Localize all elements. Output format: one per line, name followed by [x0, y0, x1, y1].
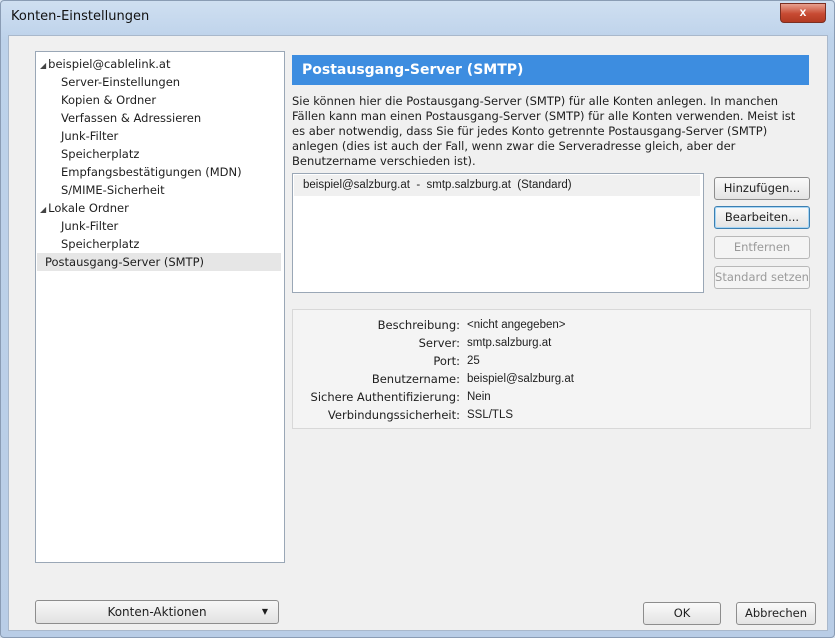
description-line: Fällen kann man einen Postausgang-Server…	[292, 109, 796, 123]
tree-item-label: Speicherplatz	[61, 147, 140, 161]
server-details-panel: Beschreibung: <nicht angegeben> Server: …	[292, 309, 811, 429]
close-button[interactable]: x	[780, 3, 826, 23]
tree-item-smime[interactable]: S/MIME-Sicherheit	[61, 181, 165, 199]
detail-row-description: Beschreibung: <nicht angegeben>	[293, 316, 810, 334]
tree-item-label: Junk-Filter	[61, 129, 119, 143]
description-line: Sie können hier die Postausgang-Server (…	[292, 94, 779, 108]
detail-label: Server:	[418, 336, 460, 350]
detail-value: Nein	[467, 391, 491, 403]
account-actions-label: Konten-Aktionen	[107, 605, 207, 619]
detail-row-port: Port: 25	[293, 352, 810, 370]
detail-label: Sichere Authentifizierung:	[310, 390, 460, 404]
tree-item-label: Kopien & Ordner	[61, 93, 157, 107]
ok-button[interactable]: OK	[643, 602, 721, 625]
tree-item-junk-filter[interactable]: Junk-Filter	[61, 127, 118, 145]
detail-value: beispiel@salzburg.at	[467, 373, 574, 385]
window-title: Konten-Einstellungen	[11, 9, 150, 24]
tree-item-outgoing-server[interactable]: Postausgang-Server (SMTP)	[37, 253, 281, 271]
tree-item-label: S/MIME-Sicherheit	[61, 183, 165, 197]
tree-item-local-disk-space[interactable]: Speicherplatz	[61, 235, 139, 253]
set-default-button[interactable]: Standard setzen	[714, 266, 810, 289]
description-line: es aber notwendig, dass Sie für jedes Ko…	[292, 124, 768, 138]
page-title: Postausgang-Server (SMTP)	[292, 55, 809, 85]
detail-value: smtp.salzburg.at	[467, 337, 552, 349]
description-line: anlegen (dies ist auch der Fall, wenn zw…	[292, 139, 736, 153]
detail-label: Verbindungssicherheit:	[327, 408, 460, 422]
detail-row-auth: Sichere Authentifizierung: Nein	[293, 388, 810, 406]
tree-item-label: Speicherplatz	[61, 237, 140, 251]
detail-value: <nicht angegeben>	[467, 319, 566, 331]
tree-item-label: Empfangsbestätigungen (MDN)	[61, 165, 242, 179]
chevron-down-icon: ▼	[261, 607, 268, 616]
detail-row-username: Benutzername: beispiel@salzburg.at	[293, 370, 810, 388]
account-actions-button[interactable]: Konten-Aktionen ▼	[35, 600, 279, 624]
expand-arrow-icon[interactable]: ◢	[40, 205, 46, 214]
detail-value: 25	[467, 355, 480, 367]
tree-item-label: beispiel@cablelink.at	[48, 57, 171, 71]
tree-item-label: Junk-Filter	[61, 219, 119, 233]
smtp-server-row[interactable]: beispiel@salzburg.at - smtp.salzburg.at …	[294, 175, 700, 196]
tree-item-copies-folders[interactable]: Kopien & Ordner	[61, 91, 156, 109]
tree-item-disk-space[interactable]: Speicherplatz	[61, 145, 139, 163]
dialog-body: ◢ beispiel@cablelink.at Server-Einstellun…	[8, 35, 828, 631]
detail-label: Port:	[433, 354, 460, 368]
tree-item-local-folders[interactable]: ◢ Lokale Ordner	[40, 199, 129, 217]
description-text: Sie können hier die Postausgang-Server (…	[292, 94, 812, 169]
account-tree: ◢ beispiel@cablelink.at Server-Einstellun…	[35, 51, 285, 563]
tree-item-account[interactable]: ◢ beispiel@cablelink.at	[40, 55, 170, 73]
tree-item-label: Postausgang-Server (SMTP)	[45, 255, 204, 269]
tree-item-label: Lokale Ordner	[48, 201, 129, 215]
smtp-server-list[interactable]: beispiel@salzburg.at - smtp.salzburg.at …	[292, 173, 704, 293]
tree-item-label: Server-Einstellungen	[61, 75, 181, 89]
tree-item-label: Verfassen & Adressieren	[61, 111, 202, 125]
tree-item-server-settings[interactable]: Server-Einstellungen	[61, 73, 180, 91]
add-server-button[interactable]: Hinzufügen...	[714, 177, 810, 200]
detail-value: SSL/TLS	[467, 409, 514, 421]
detail-row-security: Verbindungssicherheit: SSL/TLS	[293, 406, 810, 424]
expand-arrow-icon[interactable]: ◢	[40, 61, 46, 70]
account-settings-window: Konten-Einstellungen x ◢ beispiel@cableli…	[0, 0, 835, 638]
remove-server-button[interactable]: Entfernen	[714, 236, 810, 259]
tree-item-composition[interactable]: Verfassen & Adressieren	[61, 109, 201, 127]
detail-label: Beschreibung:	[377, 318, 460, 332]
tree-item-local-junk-filter[interactable]: Junk-Filter	[61, 217, 118, 235]
cancel-button[interactable]: Abbrechen	[736, 602, 816, 625]
detail-label: Benutzername:	[371, 372, 460, 386]
edit-server-button[interactable]: Bearbeiten...	[714, 206, 810, 229]
title-bar[interactable]: Konten-Einstellungen x	[1, 1, 834, 35]
description-line: Benutzername verschieden ist).	[292, 154, 476, 168]
tree-item-return-receipts[interactable]: Empfangsbestätigungen (MDN)	[61, 163, 242, 181]
detail-row-server: Server: smtp.salzburg.at	[293, 334, 810, 352]
